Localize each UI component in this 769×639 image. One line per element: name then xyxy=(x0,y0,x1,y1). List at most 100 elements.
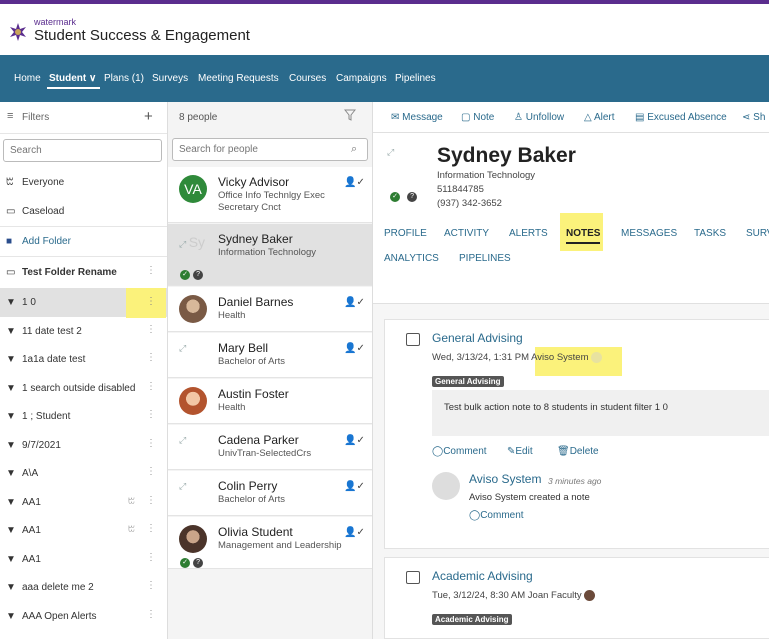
people-search-input[interactable] xyxy=(173,139,367,160)
person-row[interactable]: Austin Foster Health xyxy=(168,379,372,424)
filter-item[interactable]: ▼ aaa delete me 2 ⋮ xyxy=(0,573,167,602)
filter-label: AAA Open Alerts xyxy=(22,611,97,622)
kebab-menu-icon[interactable]: ⋮ xyxy=(146,296,156,307)
note-title[interactable]: Academic Advising xyxy=(432,569,533,583)
filter-everyone[interactable]: ꔱ Everyone xyxy=(0,168,167,197)
person-row[interactable]: ⤢ Colin Perry Bachelor of Arts 👤✓ xyxy=(168,471,372,516)
tab-active-underline xyxy=(566,242,600,244)
nav-plans[interactable]: Plans (1) xyxy=(104,73,144,84)
kebab-menu-icon[interactable]: ⋮ xyxy=(146,266,156,276)
kebab-menu-icon[interactable]: ⋮ xyxy=(146,581,156,591)
add-folder-button[interactable]: ■ Add Folder xyxy=(0,227,167,256)
tab-activity[interactable]: ACTIVITY xyxy=(444,228,489,239)
person-row-selected[interactable]: ⤢ Sy Sydney Baker Information Technology… xyxy=(168,224,372,286)
folder-test-folder-rename[interactable]: ▭ Test Folder Rename ⋮ xyxy=(0,258,167,287)
filter-caseload[interactable]: ▭ Caseload xyxy=(0,197,167,226)
kebab-menu-icon[interactable]: ⋮ xyxy=(146,524,156,534)
broken-image-icon: ⤢ xyxy=(179,481,187,491)
product-title: Student Success & Engagement xyxy=(34,27,250,44)
tab-surveys[interactable]: SURV xyxy=(746,228,769,239)
funnel-icon: ▼ xyxy=(6,582,16,593)
student-phone: (937) 342-3652 xyxy=(437,198,502,209)
nav-meeting-requests[interactable]: Meeting Requests xyxy=(198,73,279,84)
advisor-icon: 👤✓ xyxy=(344,435,365,446)
nav-student[interactable]: Student ∨ xyxy=(49,73,96,84)
folder-plus-icon: ■ xyxy=(6,236,13,247)
tab-notes[interactable]: NOTES xyxy=(566,228,600,239)
nav-home[interactable]: Home xyxy=(14,73,41,84)
filter-item[interactable]: ▼ 1 search outside disabled ⋮ xyxy=(0,374,167,403)
edit-button[interactable]: ✎Edit xyxy=(507,446,533,457)
check-icon: ✓ xyxy=(180,270,190,280)
filter-item[interactable]: ▼ 9/7/2021 ⋮ xyxy=(0,431,167,460)
kebab-menu-icon[interactable]: ⋮ xyxy=(146,382,156,392)
kebab-menu-icon[interactable]: ⋮ xyxy=(146,467,156,477)
shared-group-icon: ꔱ xyxy=(128,496,135,506)
briefcase-icon: ▭ xyxy=(6,206,16,217)
note-author[interactable]: Aviso System xyxy=(531,352,588,363)
filter-funnel-icon[interactable] xyxy=(344,109,356,121)
note-author[interactable]: Joan Faculty xyxy=(528,590,582,601)
person-row[interactable]: ⤢ Mary Bell Bachelor of Arts 👤✓ xyxy=(168,333,372,378)
alert-button[interactable]: △ Alert xyxy=(584,112,615,123)
kebab-menu-icon[interactable]: ⋮ xyxy=(146,439,156,449)
filter-item[interactable]: ▼ A\A ⋮ xyxy=(0,459,167,488)
advisor-icon: 👤✓ xyxy=(344,177,365,188)
reply-text: Aviso System created a note xyxy=(469,492,590,503)
student-program: Information Technology xyxy=(437,170,536,181)
share-button[interactable]: ⋖ Sh xyxy=(742,112,765,123)
filter-item[interactable]: ▼ AA1 ꔱ ⋮ xyxy=(0,516,167,545)
reply-comment-button[interactable]: ◯Comment xyxy=(469,510,524,521)
delete-button[interactable]: 🗑Delete xyxy=(557,446,599,457)
kebab-menu-icon[interactable]: ⋮ xyxy=(146,553,156,563)
excused-absence-button[interactable]: ▤ Excused Absence xyxy=(635,112,727,123)
filter-search-input[interactable] xyxy=(4,140,161,161)
question-icon: ? xyxy=(193,558,204,568)
filter-label: 9/7/2021 xyxy=(22,440,61,451)
filter-item[interactable]: ▼ AA1 ꔱ ⋮ xyxy=(0,488,167,517)
message-button[interactable]: ✉ Message xyxy=(391,112,443,123)
kebab-menu-icon[interactable]: ⋮ xyxy=(146,610,156,620)
nav-pipelines[interactable]: Pipelines xyxy=(395,73,436,84)
person-row[interactable]: ⤢ Cadena Parker UnivTran-SelectedCrs 👤✓ xyxy=(168,425,372,470)
note-button[interactable]: ▢ Note xyxy=(461,112,494,123)
person-subtitle: Bachelor of Arts xyxy=(218,494,286,505)
tab-analytics[interactable]: ANALYTICS xyxy=(384,253,439,264)
person-row[interactable]: Olivia Student Management and Leadership… xyxy=(168,517,372,569)
filter-item[interactable]: ▼ 11 date test 2 ⋮ xyxy=(0,317,167,346)
filter-item[interactable]: ▼ 1a1a date test ⋮ xyxy=(0,345,167,374)
note-card: Academic Advising Tue, 3/12/24, 8:30 AM … xyxy=(384,557,769,639)
tab-alerts[interactable]: ALERTS xyxy=(509,228,548,239)
edit-label: Edit xyxy=(515,446,533,457)
kebab-menu-icon[interactable]: ⋮ xyxy=(146,410,156,420)
note-icon xyxy=(406,571,420,584)
person-row[interactable]: Daniel Barnes Health 👤✓ xyxy=(168,287,372,332)
comment-button[interactable]: ◯Comment xyxy=(432,446,487,457)
filter-item[interactable]: ▼ AA1 ⋮ xyxy=(0,545,167,574)
tab-tasks[interactable]: TASKS xyxy=(694,228,726,239)
tab-pipelines[interactable]: PIPELINES xyxy=(459,253,511,264)
note-body-text: Test bulk action note to 8 students in s… xyxy=(444,402,668,413)
funnel-icon: ▼ xyxy=(6,525,16,536)
comment-icon: ◯ xyxy=(469,510,481,521)
nav-surveys[interactable]: Surveys xyxy=(152,73,188,84)
kebab-menu-icon[interactable]: ⋮ xyxy=(146,496,156,506)
filter-item[interactable]: ▼ 1 ; Student ⋮ xyxy=(0,402,167,431)
filters-menu-icon[interactable]: ≡ xyxy=(7,110,13,122)
person-row[interactable]: VA Vicky Advisor Office Info Technlgy Ex… xyxy=(168,167,372,223)
filter-item[interactable]: ▼ AAA Open Alerts ⋮ xyxy=(0,602,167,631)
nav-campaigns[interactable]: Campaigns xyxy=(336,73,387,84)
folder-icon: ▭ xyxy=(6,267,16,278)
trash-icon: 🗑 xyxy=(557,446,570,457)
tab-messages[interactable]: MESSAGES xyxy=(621,228,677,239)
kebab-menu-icon[interactable]: ⋮ xyxy=(146,325,156,335)
note-title[interactable]: General Advising xyxy=(432,331,523,345)
kebab-menu-icon[interactable]: ⋮ xyxy=(146,353,156,363)
add-filter-button[interactable]: + xyxy=(144,108,153,125)
nav-courses[interactable]: Courses xyxy=(289,73,326,84)
add-folder-label: Add Folder xyxy=(22,236,71,247)
tab-profile[interactable]: PROFILE xyxy=(384,228,427,239)
filter-label: A\A xyxy=(22,468,39,479)
unfollow-button[interactable]: ♙ Unfollow xyxy=(514,112,564,123)
search-icon[interactable]: ⌕ xyxy=(351,143,357,156)
